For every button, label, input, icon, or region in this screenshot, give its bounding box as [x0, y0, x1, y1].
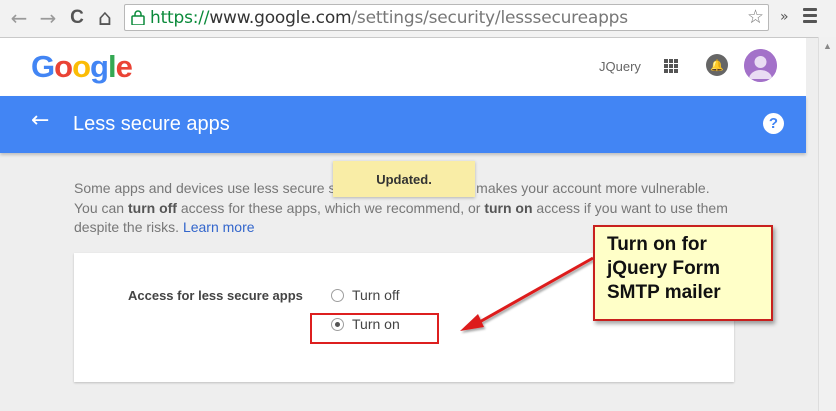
- annotation-callout: Turn on for jQuery Form SMTP mailer: [593, 225, 773, 321]
- callout-line-2: jQuery Form: [607, 258, 720, 279]
- annotation-arrow: [460, 256, 594, 331]
- callout-line-3: SMTP mailer: [607, 282, 721, 303]
- callout-line-1: Turn on for: [607, 234, 707, 255]
